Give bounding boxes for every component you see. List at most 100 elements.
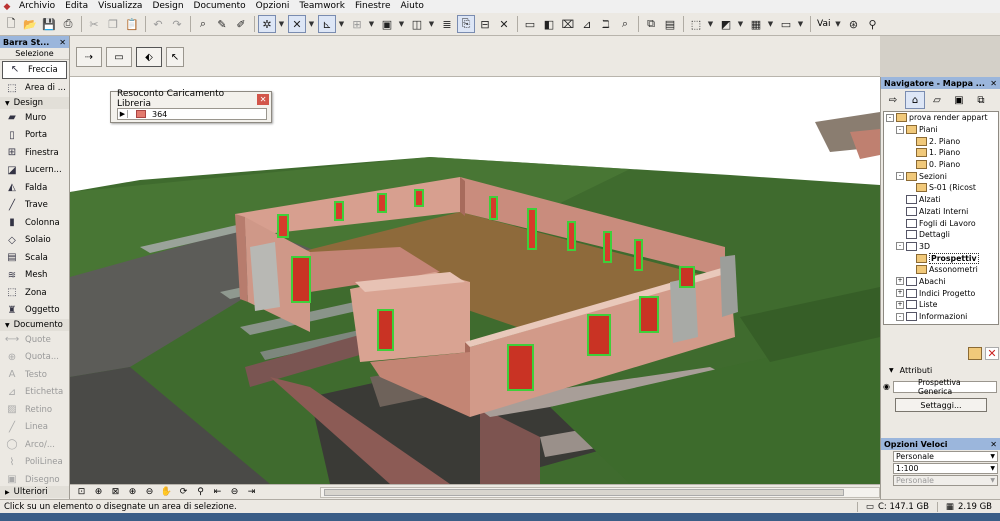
tree-item[interactable]: - Sezioni bbox=[884, 170, 998, 182]
3d-viewport[interactable] bbox=[70, 77, 880, 484]
tree-item[interactable]: + Abachi bbox=[884, 276, 998, 288]
navigator-menu-icon[interactable]: ⇨ bbox=[883, 91, 903, 109]
settings-button[interactable]: Settaggi... bbox=[895, 398, 987, 412]
menu-documento[interactable]: Documento bbox=[189, 0, 251, 13]
tree-item[interactable]: 2. Piano bbox=[884, 135, 998, 147]
navigate-back-icon[interactable]: ⇤ bbox=[210, 486, 225, 498]
undo-icon[interactable]: ↶ bbox=[149, 15, 167, 33]
new-folder-icon[interactable] bbox=[968, 346, 982, 360]
tree-toggle-icon[interactable]: + bbox=[896, 289, 904, 298]
chevron-down-icon[interactable]: ▼ bbox=[277, 15, 286, 33]
tree-item[interactable]: Alzati Interni bbox=[884, 206, 998, 218]
paste-icon[interactable]: 📋 bbox=[123, 15, 141, 33]
pointer-icon[interactable]: ↖ bbox=[166, 47, 184, 67]
menu-edita[interactable]: Edita bbox=[60, 0, 93, 13]
close-icon[interactable]: ✕ bbox=[257, 93, 269, 105]
project-map-icon[interactable]: ⌂ bbox=[905, 91, 925, 109]
line-style-icon[interactable]: ⊿ bbox=[578, 15, 596, 33]
rotated-selection-icon[interactable]: ⬖ bbox=[136, 47, 162, 67]
tree-toggle-icon[interactable]: + bbox=[896, 277, 904, 286]
tree-toggle-icon[interactable]: - bbox=[886, 113, 894, 122]
magic-wand-icon[interactable]: ✲ bbox=[258, 15, 276, 33]
section-design[interactable]: ▼ Design bbox=[0, 97, 69, 109]
tree-toggle-icon[interactable]: - bbox=[896, 125, 904, 134]
menu-finestre[interactable]: Finestre bbox=[350, 0, 396, 13]
tool-trave[interactable]: ╱ Trave bbox=[0, 197, 69, 215]
walk-icon[interactable]: ⚲ bbox=[863, 15, 881, 33]
eyedropper-icon[interactable]: ✎ bbox=[213, 15, 231, 33]
zoom-select-icon[interactable]: ⌕ bbox=[616, 15, 634, 33]
tool-retino[interactable]: ▨ Retino bbox=[0, 401, 69, 419]
chevron-down-icon[interactable]: ▼ bbox=[307, 15, 316, 33]
tool-zona[interactable]: ⬚ Zona bbox=[0, 284, 69, 302]
cut-icon[interactable]: ✂ bbox=[85, 15, 103, 33]
layers-icon[interactable]: ≣ bbox=[438, 15, 456, 33]
menu-archivio[interactable]: Archivio bbox=[14, 0, 60, 13]
find-select-icon[interactable]: ⌕ bbox=[194, 15, 212, 33]
close-x-icon[interactable]: ✕ bbox=[495, 15, 513, 33]
chevron-down-icon[interactable]: ▼ bbox=[337, 15, 346, 33]
close-icon[interactable]: ✕ bbox=[59, 38, 66, 47]
tree-item[interactable]: S-01 (Ricost bbox=[884, 182, 998, 194]
horizontal-scrollbar[interactable] bbox=[320, 486, 880, 498]
dialog-titlebar[interactable]: Resoconto Caricamento Libreria ✕ bbox=[111, 89, 271, 109]
menu-teamwork[interactable]: Teamwork bbox=[294, 0, 350, 13]
menu-visualizza[interactable]: Visualizza bbox=[93, 0, 147, 13]
tool-quota-livello[interactable]: ⊕ Quota... bbox=[0, 349, 69, 367]
chevron-down-icon[interactable]: ▼ bbox=[367, 15, 376, 33]
label-icon[interactable]: ⌧ bbox=[559, 15, 577, 33]
tool-scala[interactable]: ▤ Scala bbox=[0, 249, 69, 267]
chevron-down-icon[interactable]: ▼ bbox=[796, 15, 805, 33]
copy-icon[interactable]: ❐ bbox=[104, 15, 122, 33]
zoom-in-area-icon[interactable]: ⊕ bbox=[91, 486, 106, 498]
menu-aiuto[interactable]: Aiuto bbox=[396, 0, 429, 13]
chevron-down-icon[interactable]: ▼ bbox=[766, 15, 775, 33]
tool-falda[interactable]: ◭ Falda bbox=[0, 179, 69, 197]
chevron-down-icon[interactable]: ▼ bbox=[833, 15, 842, 33]
render-icon[interactable]: ◩ bbox=[717, 15, 735, 33]
tool-finestra[interactable]: ⊞ Finestra bbox=[0, 144, 69, 162]
scale-select[interactable]: 1:100 ▼ bbox=[893, 463, 998, 474]
trace-icon[interactable]: ⎘ bbox=[457, 15, 475, 33]
rectangle-selection-icon[interactable]: ▭ bbox=[106, 47, 132, 67]
new-file-icon[interactable]: 🗋 bbox=[2, 15, 20, 33]
tool-porta[interactable]: ▯ Porta bbox=[0, 127, 69, 145]
tree-item[interactable]: Prospettiv bbox=[884, 252, 998, 264]
explore-icon[interactable]: ⚲ bbox=[193, 486, 208, 498]
tree-item[interactable]: - Piani bbox=[884, 124, 998, 136]
tree-item[interactable]: Alzati bbox=[884, 194, 998, 206]
app-logo-icon[interactable]: ◆ bbox=[0, 1, 14, 13]
display-icon[interactable]: ▭ bbox=[777, 15, 795, 33]
globe-icon[interactable]: ⊛ bbox=[844, 15, 862, 33]
tool-testo[interactable]: A Testo bbox=[0, 366, 69, 384]
text-pen-icon[interactable]: ℶ bbox=[597, 15, 615, 33]
tree-toggle-icon[interactable]: + bbox=[896, 300, 904, 309]
tool-lucernario[interactable]: ◪ Lucern... bbox=[0, 162, 69, 180]
fit-window-icon[interactable]: ⊡ bbox=[74, 486, 89, 498]
publisher-icon[interactable]: ⧉ bbox=[971, 91, 991, 109]
attributes-header[interactable]: ▼ Attributi bbox=[881, 364, 1000, 376]
guide-lines-icon[interactable]: ✕ bbox=[288, 15, 306, 33]
tool-freccia[interactable]: ↖ Freccia bbox=[2, 61, 67, 79]
layout-book-icon[interactable]: ▣ bbox=[949, 91, 969, 109]
library-load-report-dialog[interactable]: Resoconto Caricamento Libreria ✕ ▶ 364 bbox=[110, 89, 272, 123]
section-elevation-icon[interactable]: ⊟ bbox=[476, 15, 494, 33]
expand-triangle-icon[interactable]: ▶ bbox=[118, 110, 128, 118]
tree-item[interactable]: 1. Piano bbox=[884, 147, 998, 159]
orbit-icon[interactable]: ⟳ bbox=[176, 486, 191, 498]
tool-area-di[interactable]: ⬚ Area di ... bbox=[0, 80, 69, 98]
tree-item[interactable]: + Liste bbox=[884, 299, 998, 311]
3d-window-icon[interactable]: ⬚ bbox=[687, 15, 705, 33]
section-ulteriori[interactable]: ▶ Ulteriori bbox=[0, 486, 69, 498]
floor-icon[interactable]: ▭ bbox=[521, 15, 539, 33]
layer-combination-select[interactable]: Personale ▼ bbox=[893, 451, 998, 462]
redo-icon[interactable]: ↷ bbox=[168, 15, 186, 33]
tree-item[interactable]: - prova render appart bbox=[884, 112, 998, 124]
tool-muro[interactable]: ▰ Muro bbox=[0, 109, 69, 127]
zoom-previous-icon[interactable]: ⊠ bbox=[108, 486, 123, 498]
image-icon[interactable]: ▤ bbox=[661, 15, 679, 33]
menu-design[interactable]: Design bbox=[147, 0, 188, 13]
layout-icon[interactable]: ⧉ bbox=[642, 15, 660, 33]
tree-item[interactable]: - Informazioni bbox=[884, 311, 998, 323]
library-row[interactable]: ▶ 364 bbox=[117, 108, 267, 120]
